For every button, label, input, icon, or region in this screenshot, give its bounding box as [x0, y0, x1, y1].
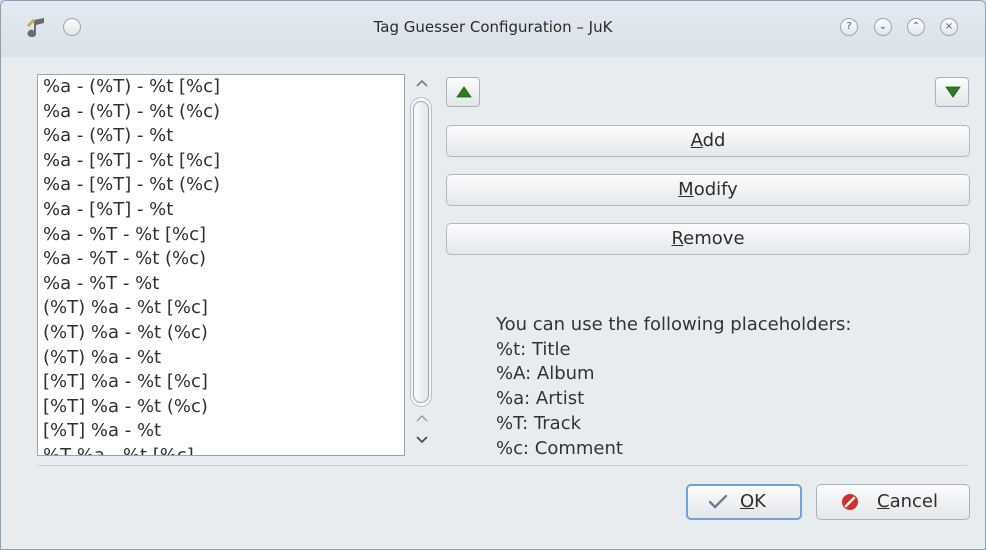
dialog-body: %a - (%T) - %t [%c] %a - (%T) - %t (%c) …: [1, 57, 985, 549]
dialog-window: Tag Guesser Configuration – JuK ? ⌄ ⌃ × …: [0, 0, 986, 550]
list-item[interactable]: [%T] %a - %t: [38, 419, 404, 444]
scrollbar-thumb[interactable]: [413, 101, 429, 403]
cancel-label: ancel: [889, 491, 938, 512]
list-item[interactable]: %a - [%T] - %t: [38, 198, 404, 223]
placeholder-artist: %a: Artist: [496, 388, 585, 410]
remove-button[interactable]: Remove: [446, 223, 970, 255]
title-bar[interactable]: Tag Guesser Configuration – JuK ? ⌄ ⌃ ×: [1, 1, 985, 57]
remove-mnemonic: R: [671, 228, 684, 249]
modify-label: odify: [693, 179, 738, 200]
remove-label: emove: [683, 228, 745, 249]
cancel-button[interactable]: Cancel: [816, 484, 970, 520]
list-item[interactable]: %T %a - %t [%c]: [38, 444, 404, 455]
list-item[interactable]: [%T] %a - %t [%c]: [38, 370, 404, 395]
placeholder-track: %T: Track: [496, 412, 582, 434]
move-down-button[interactable]: [935, 77, 969, 107]
cancel-icon: [842, 494, 858, 510]
list-item[interactable]: %a - (%T) - %t: [38, 124, 404, 149]
modify-mnemonic: M: [678, 179, 694, 200]
list-item[interactable]: (%T) %a - %t: [38, 346, 404, 371]
scroll-up-arrow-icon[interactable]: [413, 77, 431, 92]
list-item[interactable]: %a - %T - %t [%c]: [38, 223, 404, 248]
separator: [37, 465, 967, 466]
ok-label: K: [754, 491, 766, 512]
checkmark-icon: [708, 494, 728, 509]
add-mnemonic: A: [690, 130, 703, 151]
list-item[interactable]: (%T) %a - %t (%c): [38, 321, 404, 346]
minimize-icon[interactable]: ⌄: [874, 18, 892, 36]
placeholder-album: %A: Album: [496, 363, 595, 385]
move-down-arrow-icon: [945, 86, 961, 98]
scroll-down-arrow-icon[interactable]: [413, 433, 431, 448]
help-icon[interactable]: ?: [840, 18, 858, 36]
modify-button[interactable]: Modify: [446, 174, 970, 206]
cancel-mnemonic: C: [877, 491, 890, 512]
ok-mnemonic: O: [740, 491, 755, 512]
move-up-arrow-icon: [456, 86, 472, 98]
ok-button[interactable]: OK: [686, 484, 802, 520]
scroll-up-arrow-lower-icon[interactable]: [413, 412, 431, 427]
maximize-icon[interactable]: ⌃: [907, 18, 925, 36]
list-item[interactable]: [%T] %a - %t (%c): [38, 395, 404, 420]
vertical-scrollbar[interactable]: [410, 97, 432, 407]
placeholders-help: You can use the following placeholders: …: [496, 313, 851, 461]
placeholder-comment: %c: Comment: [496, 437, 623, 459]
placeholder-title: %t: Title: [496, 338, 571, 360]
close-icon[interactable]: ×: [940, 18, 958, 36]
window-title: Tag Guesser Configuration – JuK: [373, 18, 613, 36]
list-item[interactable]: %a - %T - %t: [38, 272, 404, 297]
cancel-label-wrap: Cancel: [877, 485, 938, 519]
ok-label-wrap: OK: [740, 486, 766, 518]
list-item[interactable]: %a - %T - %t (%c): [38, 247, 404, 272]
move-up-button[interactable]: [446, 77, 480, 107]
scheme-list[interactable]: %a - (%T) - %t [%c] %a - (%T) - %t (%c) …: [37, 74, 405, 456]
placeholders-heading: You can use the following placeholders:: [496, 314, 852, 335]
add-label: dd: [702, 130, 726, 151]
list-item[interactable]: %a - (%T) - %t [%c]: [38, 75, 404, 100]
list-item[interactable]: %a - (%T) - %t (%c): [38, 100, 404, 125]
list-item[interactable]: %a - [%T] - %t (%c): [38, 173, 404, 198]
add-button[interactable]: Add: [446, 125, 970, 157]
list-item[interactable]: %a - [%T] - %t [%c]: [38, 149, 404, 174]
list-item[interactable]: (%T) %a - %t [%c]: [38, 296, 404, 321]
